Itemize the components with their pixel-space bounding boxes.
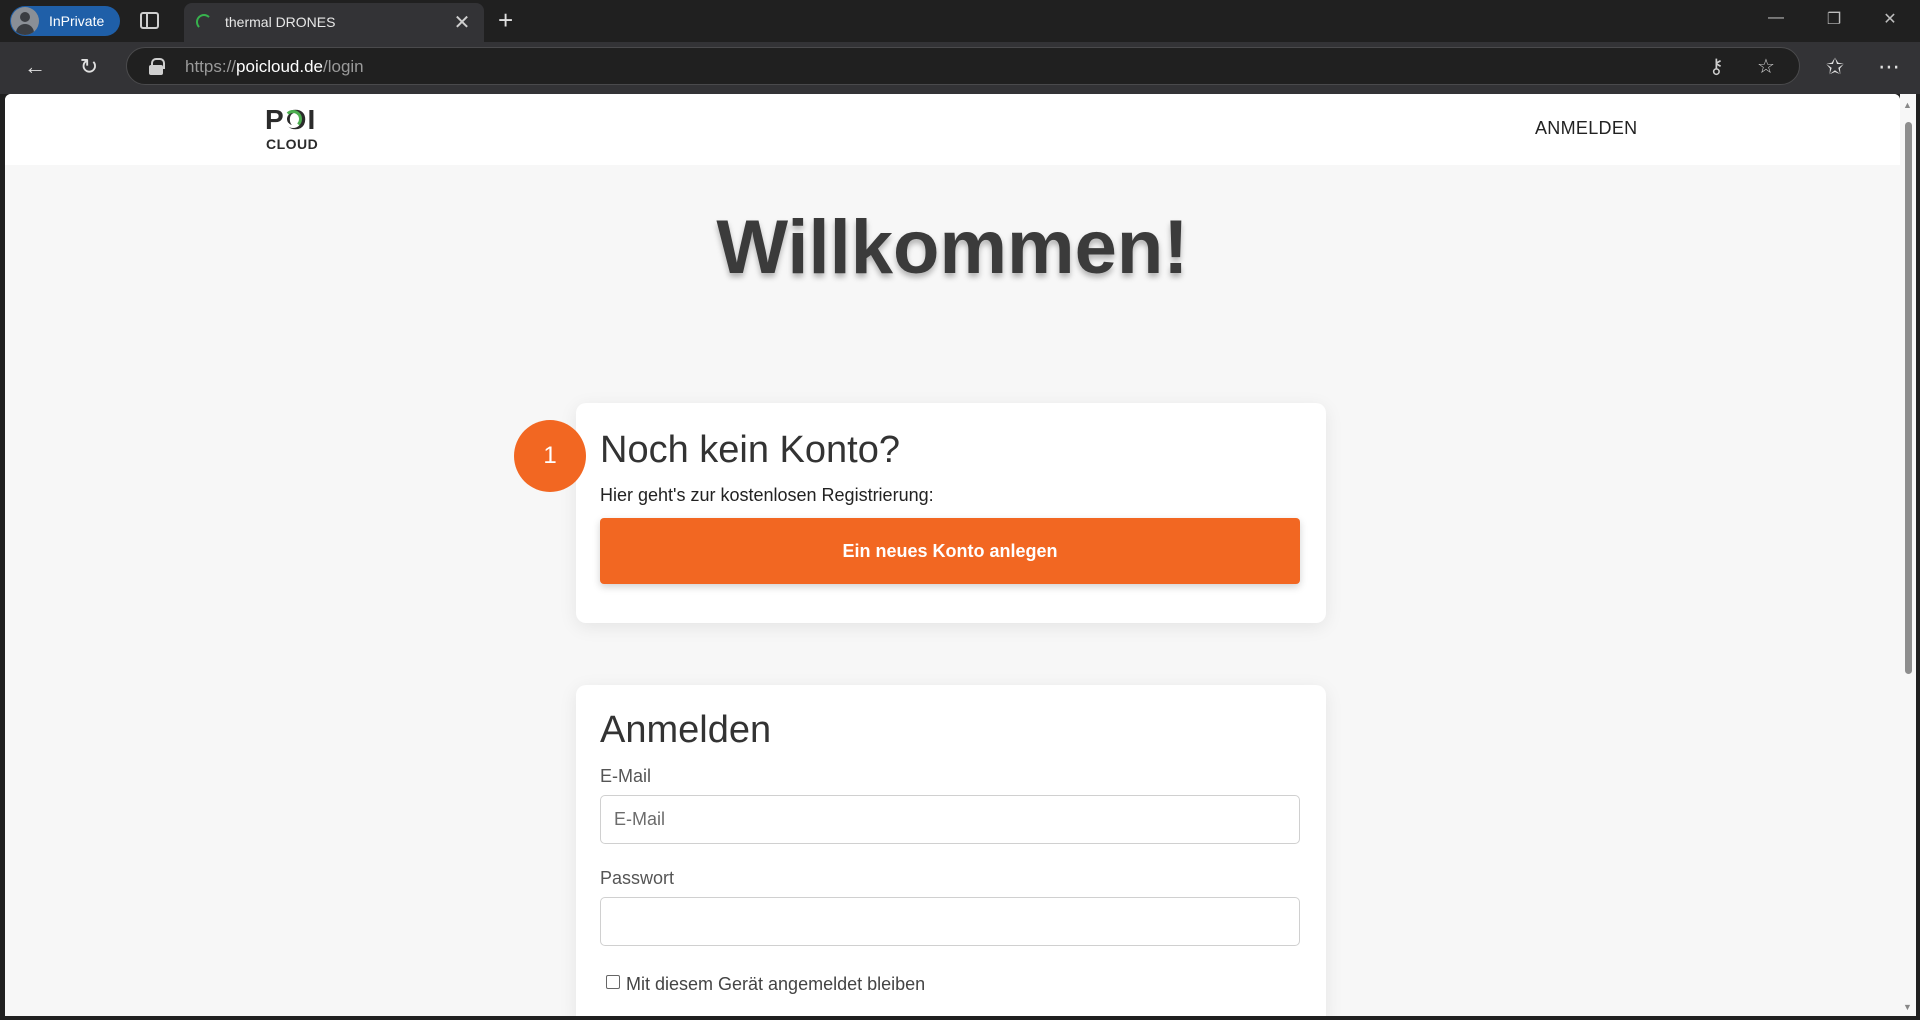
url-text[interactable]: https://poicloud.de/login	[185, 57, 364, 77]
close-window-icon[interactable]: ✕	[1876, 9, 1904, 29]
favorites-icon[interactable]: ✩	[1820, 54, 1850, 80]
logo-text-cloud: CLOUD	[266, 136, 319, 152]
email-field[interactable]: E-Mail	[600, 795, 1300, 844]
close-tab-icon[interactable]: ✕	[450, 10, 474, 35]
minimize-icon[interactable]: —	[1762, 9, 1790, 27]
logo-swoosh-icon	[284, 110, 302, 128]
restore-icon[interactable]: ❐	[1820, 9, 1848, 29]
refresh-icon[interactable]: ↻	[74, 54, 104, 80]
scroll-up-icon[interactable]: ▲	[1903, 100, 1912, 110]
inprivate-profile-button[interactable]: InPrivate	[10, 6, 120, 36]
scrollbar-thumb[interactable]	[1905, 122, 1912, 674]
tab-title: thermal DRONES	[225, 14, 336, 30]
register-card: Noch kein Konto? Hier geht's zur kostenl…	[576, 403, 1326, 623]
create-account-button[interactable]: Ein neues Konto anlegen	[600, 518, 1300, 584]
favorite-star-icon[interactable]: ☆	[1757, 54, 1775, 79]
avatar-icon	[11, 7, 39, 35]
browser-tab-bar: InPrivate thermal DRONES ✕ + — ❐ ✕	[0, 0, 1920, 42]
address-bar[interactable]: https://poicloud.de/login ⚷ ☆	[126, 47, 1800, 85]
back-icon[interactable]: ←	[20, 54, 50, 80]
register-card-title: Noch kein Konto?	[600, 429, 900, 471]
login-card: Anmelden E-Mail E-Mail Passwort Mit dies…	[576, 685, 1326, 1016]
password-field[interactable]	[600, 897, 1300, 946]
lock-icon[interactable]	[149, 58, 165, 75]
loading-spinner-icon	[196, 14, 212, 30]
step-badge: 1	[514, 420, 586, 492]
site-navbar: POI CLOUD ANMELDEN	[5, 94, 1900, 165]
inprivate-label: InPrivate	[49, 13, 105, 29]
remember-me-label[interactable]: Mit diesem Gerät angemeldet bleiben	[626, 974, 925, 995]
page-scrollbar[interactable]: ▲ ▼	[1900, 94, 1916, 1016]
welcome-heading: Willkommen!	[716, 205, 1189, 290]
scroll-down-icon[interactable]: ▼	[1903, 1002, 1912, 1012]
email-label: E-Mail	[600, 766, 652, 786]
register-card-subtitle: Hier geht's zur kostenlosen Registrierun…	[600, 485, 934, 505]
browser-toolbar: ← ↻ https://poicloud.de/login ⚷ ☆ ✩ ⋯	[0, 42, 1920, 94]
poi-cloud-logo[interactable]: POI CLOUD	[265, 106, 325, 154]
page-viewport: POI CLOUD ANMELDEN Willkommen! Noch kein…	[5, 94, 1900, 1016]
login-card-title: Anmelden	[600, 709, 772, 751]
password-label: Passwort	[600, 868, 675, 888]
new-tab-icon[interactable]: +	[498, 5, 513, 36]
remember-me-checkbox[interactable]	[606, 975, 620, 989]
more-menu-icon[interactable]: ⋯	[1874, 54, 1904, 80]
key-icon[interactable]: ⚷	[1709, 54, 1724, 79]
browser-tab-active[interactable]: thermal DRONES ✕	[184, 3, 484, 42]
nav-login-link[interactable]: ANMELDEN	[1535, 118, 1637, 139]
tab-actions-icon[interactable]	[140, 12, 159, 29]
